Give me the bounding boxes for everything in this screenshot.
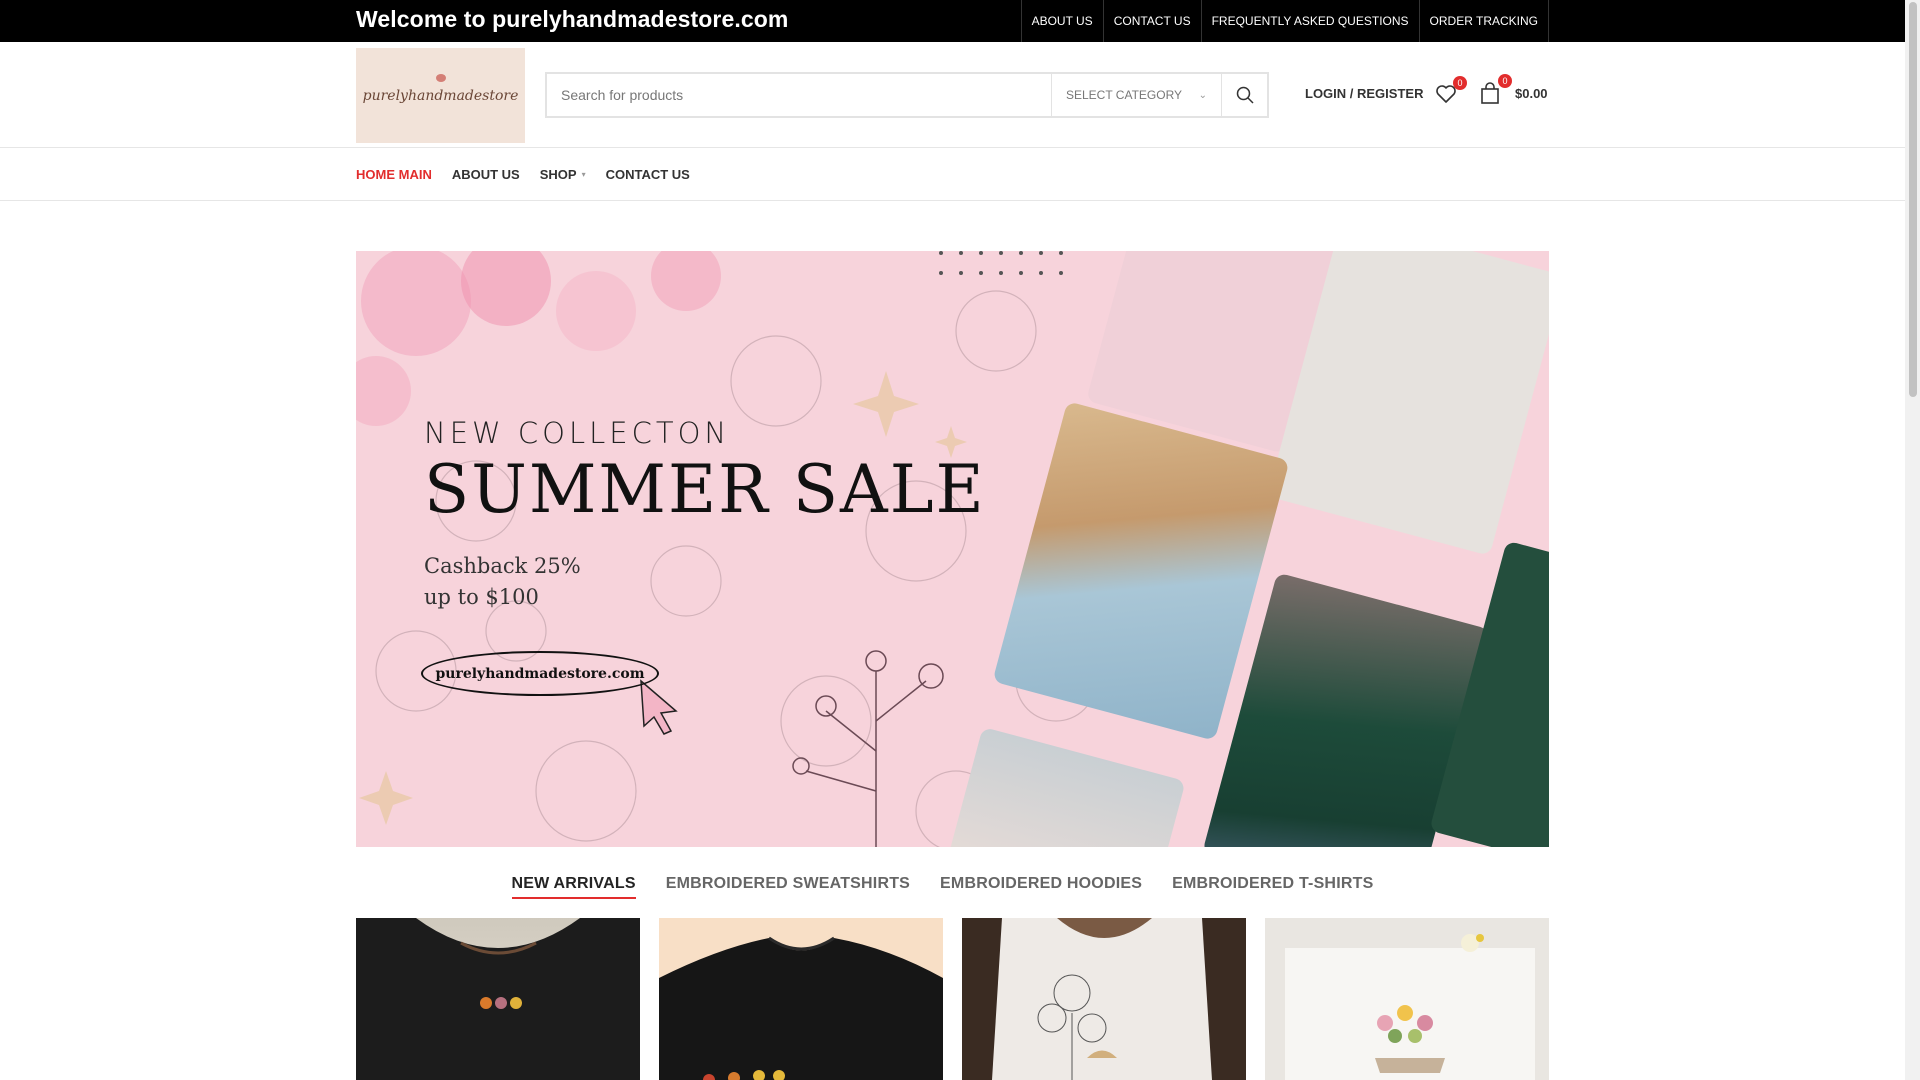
top-link-contact-us[interactable]: CONTACT US — [1104, 0, 1202, 42]
nav-item-label: ABOUT US — [451, 167, 520, 182]
product-grid — [356, 918, 1549, 1080]
nav-item-contact-us[interactable]: CONTACT US — [606, 167, 690, 182]
nav-item-about-us[interactable]: ABOUT US — [452, 167, 520, 182]
chevron-down-icon: ⌄ — [1198, 89, 1207, 101]
hero-cashback-line1: Cashback 25% — [424, 554, 581, 578]
top-link-order-tracking[interactable]: ORDER TRACKING — [1420, 0, 1549, 42]
hero-cashback-line2: up to $100 — [424, 585, 539, 609]
tab-embroidered-hoodies[interactable]: EMBROIDERED HOODIES — [940, 875, 1142, 899]
search-icon — [1236, 86, 1254, 104]
product-tabs: NEW ARRIVALS EMBROIDERED SWEATSHIRTS EMB… — [0, 875, 1905, 899]
top-bar: Welcome to purelyhandmadestore.com ABOUT… — [0, 0, 1905, 42]
tab-new-arrivals[interactable]: NEW ARRIVALS — [511, 875, 636, 899]
main-nav: HOME MAIN ABOUT US SHOP ▾ CONTACT US — [0, 148, 1905, 201]
product-image — [962, 918, 1246, 1080]
nav-item-label: CONTACT US — [605, 167, 690, 182]
tab-embroidered-tshirts[interactable]: EMBROIDERED T-SHIRTS — [1172, 875, 1373, 899]
hero-cashback: Cashback 25% up to $100 — [424, 551, 581, 613]
welcome-text: Welcome to purelyhandmadestore.com — [356, 6, 789, 32]
nav-item-shop[interactable]: SHOP ▾ — [540, 167, 586, 182]
hero-store-url[interactable]: purelyhandmadestore.com — [421, 651, 659, 696]
chevron-down-icon: ▾ — [581, 170, 586, 179]
product-image — [356, 918, 640, 1080]
shopping-bag-icon — [1481, 82, 1499, 104]
cart-button[interactable]: 0 — [1480, 74, 1512, 106]
search-form: SELECT CATEGORY ⌄ — [545, 72, 1269, 118]
product-card[interactable] — [962, 918, 1246, 1080]
top-link-about-us[interactable]: ABOUT US — [1022, 0, 1104, 42]
product-image — [659, 936, 943, 1080]
wishlist-button[interactable]: 0 — [1435, 76, 1467, 106]
category-select[interactable]: SELECT CATEGORY ⌄ — [1051, 74, 1221, 116]
product-card[interactable] — [356, 918, 640, 1080]
product-image — [1285, 934, 1535, 1080]
hero-banner[interactable]: NEW COLLECTON SUMMER SALE Cashback 25% u… — [356, 251, 1549, 847]
nav-item-label: SHOP — [539, 167, 577, 182]
page-scrollbar[interactable] — [1905, 0, 1920, 1080]
nav-item-home-main[interactable]: HOME MAIN — [356, 167, 432, 182]
logo-text: purelyhandmadestore — [362, 87, 519, 104]
hero-subtitle: NEW COLLECTON — [424, 416, 731, 450]
cart-count-badge: 0 — [1498, 74, 1512, 88]
scrollbar-thumb[interactable] — [1909, 2, 1917, 397]
search-input[interactable] — [547, 74, 1051, 116]
wishlist-count-badge: 0 — [1453, 76, 1467, 90]
nav-item-label: HOME MAIN — [356, 167, 432, 182]
product-card[interactable] — [659, 918, 943, 1080]
category-select-label: SELECT CATEGORY — [1066, 88, 1183, 102]
tab-embroidered-sweatshirts[interactable]: EMBROIDERED SWEATSHIRTS — [666, 875, 910, 899]
login-register-link[interactable]: LOGIN / REGISTER — [1305, 86, 1423, 101]
cart-total[interactable]: $0.00 — [1515, 86, 1548, 101]
search-button[interactable] — [1221, 74, 1267, 116]
logo-bird-icon — [436, 74, 446, 82]
site-header: purelyhandmadestore SELECT CATEGORY ⌄ LO… — [0, 42, 1905, 148]
top-links: ABOUT US CONTACT US FREQUENTLY ASKED QUE… — [1020, 0, 1549, 42]
site-logo[interactable]: purelyhandmadestore — [356, 48, 525, 143]
hero-title: SUMMER SALE — [424, 451, 986, 528]
top-link-faq[interactable]: FREQUENTLY ASKED QUESTIONS — [1202, 0, 1420, 42]
product-card[interactable] — [1265, 918, 1549, 1080]
